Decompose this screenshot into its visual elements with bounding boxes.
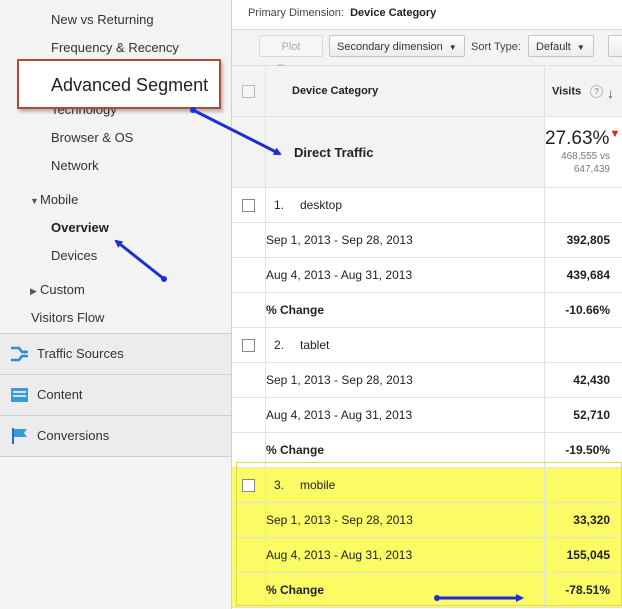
annotation-arrows xyxy=(114,107,524,602)
arrow-to-mobile-change xyxy=(434,594,524,602)
arrow-to-direct-traffic xyxy=(190,107,282,156)
arrow-to-overview xyxy=(114,239,167,282)
